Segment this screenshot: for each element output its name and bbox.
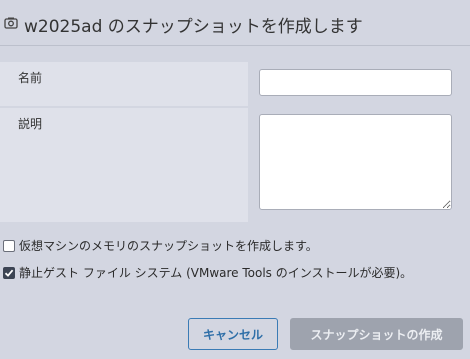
description-label: 説明 — [18, 117, 43, 131]
memory-checkbox-label[interactable]: 仮想マシンのメモリのスナップショットを作成します。 — [19, 237, 318, 254]
dialog-title: w2025ad のスナップショットを作成します — [24, 17, 363, 37]
memory-option-row[interactable]: 仮想マシンのメモリのスナップショットを作成します。 — [3, 237, 318, 254]
checkmark-icon — [4, 269, 14, 277]
name-input[interactable] — [259, 69, 452, 96]
description-textarea[interactable] — [259, 114, 452, 210]
snapshot-dialog: w2025ad のスナップショットを作成します 名前 説明 仮想マシンのメモリの… — [0, 0, 470, 359]
quiesce-option-row[interactable]: 静止ゲスト ファイル システム (VMware Tools のインストールが必要… — [3, 264, 412, 281]
cancel-button[interactable]: キャンセル — [188, 318, 278, 350]
quiesce-checkbox-label[interactable]: 静止ゲスト ファイル システム (VMware Tools のインストールが必要… — [19, 264, 412, 281]
quiesce-checkbox[interactable] — [3, 266, 15, 279]
dialog-title-bar: w2025ad のスナップショットを作成します — [0, 0, 470, 46]
create-snapshot-button[interactable]: スナップショットの作成 — [290, 318, 463, 350]
memory-checkbox[interactable] — [3, 239, 15, 252]
name-label: 名前 — [18, 71, 43, 85]
camera-icon — [4, 15, 18, 29]
